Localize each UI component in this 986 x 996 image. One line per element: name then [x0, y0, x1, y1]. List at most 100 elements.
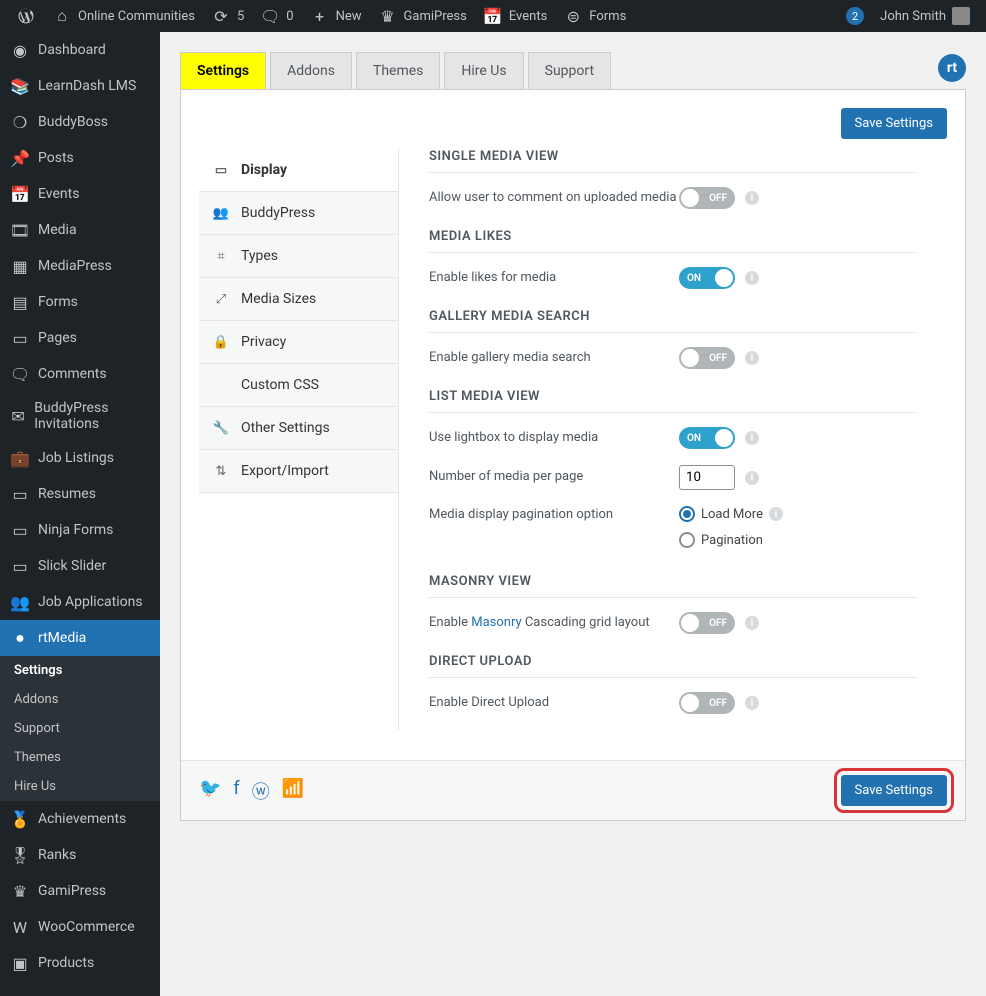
toggle-lightbox[interactable]: ON — [679, 427, 735, 449]
sidebar-sub-themes[interactable]: Themes — [0, 743, 160, 772]
settings-panel: Save Settings ▭Display👥BuddyPress⌗Types⤢… — [180, 89, 966, 821]
sidebar-sub-addons[interactable]: Addons — [0, 685, 160, 714]
sidebar-item-rtmedia[interactable]: ●rtMedia — [0, 620, 160, 656]
radio-pagination[interactable]: Pagination — [679, 532, 763, 548]
main-content: SettingsAddonsThemesHire UsSupport rt Sav… — [160, 32, 986, 996]
notifications[interactable]: 2 — [838, 0, 872, 32]
sidebar-sub-hire-us[interactable]: Hire Us — [0, 772, 160, 801]
sidebar-item-jobs[interactable]: 💼Job Listings — [0, 440, 160, 476]
vtab-icon — [211, 375, 231, 395]
toggle-enable-likes[interactable]: ON — [679, 267, 735, 289]
vtab-custom-css[interactable]: Custom CSS — [199, 364, 398, 407]
vtab-media-sizes[interactable]: ⤢Media Sizes — [199, 278, 398, 321]
label-masonry: Enable Masonry Cascading grid layout — [429, 614, 679, 632]
help-icon[interactable]: i — [769, 507, 783, 521]
vtab-types[interactable]: ⌗Types — [199, 235, 398, 278]
vtab-display[interactable]: ▭Display — [199, 149, 398, 192]
top-tabs: SettingsAddonsThemesHire UsSupport rt — [180, 52, 966, 90]
sidebar-item-pages[interactable]: ▭Pages — [0, 320, 160, 356]
save-settings-button-top[interactable]: Save Settings — [841, 108, 948, 139]
vtab-icon: 🔧 — [211, 418, 231, 438]
sidebar-item-resumes[interactable]: ▭Resumes — [0, 476, 160, 512]
home-icon: ⌂ — [52, 6, 72, 26]
sidebar-item-gami[interactable]: ♛GamiPress — [0, 873, 160, 909]
updates-link[interactable]: ⟳5 — [203, 0, 252, 32]
menu-icon: ▣ — [10, 953, 30, 973]
radio-load-more[interactable]: Load More i — [679, 506, 783, 522]
crown-icon: ♛ — [378, 6, 398, 26]
vtab-icon: 🔒 — [211, 332, 231, 352]
help-icon[interactable]: i — [745, 191, 759, 205]
section-direct-upload: DIRECT UPLOAD — [429, 654, 917, 678]
site-link[interactable]: ⌂Online Communities — [44, 0, 203, 32]
sidebar-item-prod[interactable]: ▣Products — [0, 945, 160, 981]
gamipress-link[interactable]: ♛GamiPress — [370, 0, 475, 32]
help-icon[interactable]: i — [745, 351, 759, 365]
sidebar-item-forms[interactable]: ▤Forms — [0, 284, 160, 320]
tab-themes[interactable]: Themes — [356, 52, 440, 89]
menu-icon: 💼 — [10, 448, 30, 468]
vtab-other-settings[interactable]: 🔧Other Settings — [199, 407, 398, 450]
sidebar-item-ninja[interactable]: ▭Ninja Forms — [0, 512, 160, 548]
vtab-buddypress[interactable]: 👥BuddyPress — [199, 192, 398, 235]
toggle-direct-upload[interactable]: OFF — [679, 692, 735, 714]
section-masonry: MASONRY VIEW — [429, 574, 917, 598]
sidebar-item-comments[interactable]: 🗨Comments — [0, 356, 160, 392]
sidebar-item-media[interactable]: 🎞Media — [0, 212, 160, 248]
sidebar-item-bpinv[interactable]: ✉BuddyPress Invitations — [0, 392, 160, 440]
sidebar-item-jobapps[interactable]: 👥Job Applications — [0, 584, 160, 620]
toggle-allow-comment[interactable]: OFF — [679, 187, 735, 209]
sidebar-item-slick[interactable]: ▭Slick Slider — [0, 548, 160, 584]
rtmedia-logo-icon: rt — [938, 54, 966, 82]
new-link[interactable]: +New — [302, 0, 370, 32]
notif-badge: 2 — [846, 7, 864, 25]
help-icon[interactable]: i — [745, 271, 759, 285]
tab-addons[interactable]: Addons — [270, 52, 352, 89]
events-link[interactable]: 📅Events — [475, 0, 555, 32]
comment-icon: 🗨 — [260, 6, 280, 26]
wp-logo[interactable] — [8, 0, 44, 32]
vtab-icon: ⤢ — [211, 289, 231, 309]
toggle-masonry[interactable]: OFF — [679, 612, 735, 634]
help-icon[interactable]: i — [745, 616, 759, 630]
sidebar-item-ranks[interactable]: 🎖Ranks — [0, 837, 160, 873]
panel-footer: 🐦 f ⓦ 📶 Save Settings — [181, 760, 965, 820]
sidebar-item-woo[interactable]: WWooCommerce — [0, 909, 160, 945]
wordpress-icon[interactable]: ⓦ — [252, 778, 270, 804]
tab-settings[interactable]: Settings — [180, 52, 266, 89]
sidebar-item-ach[interactable]: 🏅Achievements — [0, 801, 160, 837]
label-media-per-page: Number of media per page — [429, 468, 679, 486]
rss-icon[interactable]: 📶 — [282, 778, 304, 804]
menu-icon: ▤ — [10, 292, 30, 312]
toggle-gallery-search[interactable]: OFF — [679, 347, 735, 369]
help-icon[interactable]: i — [745, 696, 759, 710]
help-icon[interactable]: i — [745, 471, 759, 485]
sidebar-sub-settings[interactable]: Settings — [0, 656, 160, 685]
menu-icon: ▭ — [10, 556, 30, 576]
vtab-privacy[interactable]: 🔒Privacy — [199, 321, 398, 364]
comments-link[interactable]: 🗨0 — [252, 0, 301, 32]
facebook-icon[interactable]: f — [233, 778, 239, 804]
sidebar-item-learndash[interactable]: 📚LearnDash LMS — [0, 68, 160, 104]
user-menu[interactable]: John Smith — [872, 0, 978, 32]
vertical-tabs: ▭Display👥BuddyPress⌗Types⤢Media Sizes🔒Pr… — [199, 149, 399, 730]
sidebar-item-posts[interactable]: 📌Posts — [0, 140, 160, 176]
sidebar-item-dashboard[interactable]: ◉Dashboard — [0, 32, 160, 68]
sidebar-item-events[interactable]: 📅Events — [0, 176, 160, 212]
help-icon[interactable]: i — [745, 431, 759, 445]
tab-hire-us[interactable]: Hire Us — [444, 52, 523, 89]
masonry-link[interactable]: Masonry — [471, 615, 521, 630]
tab-support[interactable]: Support — [528, 52, 611, 89]
vtab-export/import[interactable]: ⇅Export/Import — [199, 450, 398, 493]
sidebar-item-buddyboss[interactable]: ❍BuddyBoss — [0, 104, 160, 140]
twitter-icon[interactable]: 🐦 — [199, 778, 221, 804]
menu-icon: ❍ — [10, 112, 30, 132]
save-settings-button-bottom[interactable]: Save Settings — [841, 775, 948, 806]
forms-link[interactable]: ⊜Forms — [555, 0, 634, 32]
wordpress-icon — [16, 6, 36, 26]
sidebar-item-mediapress[interactable]: ▦MediaPress — [0, 248, 160, 284]
sidebar-sub-support[interactable]: Support — [0, 714, 160, 743]
avatar — [952, 7, 970, 25]
input-media-per-page[interactable] — [679, 465, 735, 490]
menu-icon: ✉ — [10, 406, 26, 426]
